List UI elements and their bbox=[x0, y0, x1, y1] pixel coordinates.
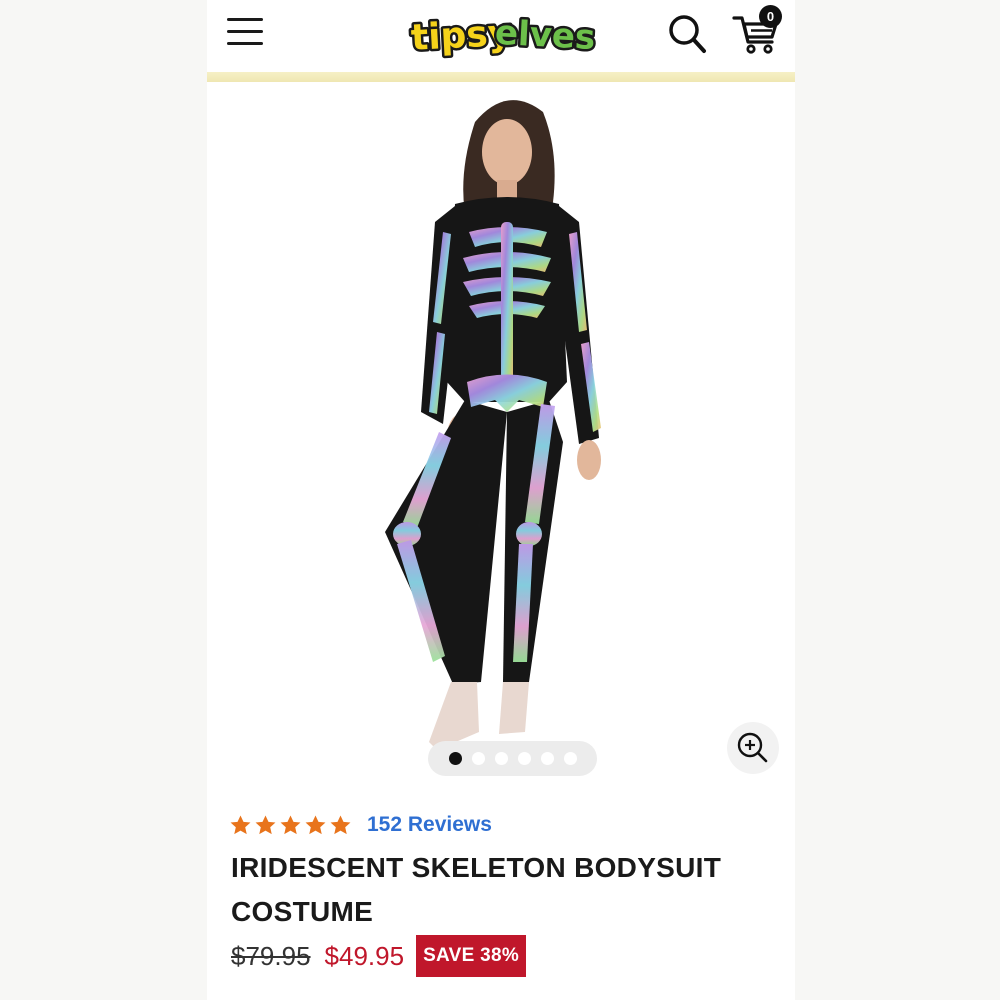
gallery-dot[interactable] bbox=[563, 752, 577, 765]
product-image[interactable] bbox=[207, 82, 795, 782]
mobile-page: tipsy elves 0 152 Reviews IRIDESCENT SKE… bbox=[207, 0, 795, 1000]
product-rating: 152 Reviews bbox=[229, 810, 492, 840]
gallery-dot[interactable] bbox=[494, 752, 508, 765]
star-rating bbox=[229, 814, 352, 837]
gallery-dot[interactable] bbox=[540, 752, 554, 765]
zoom-button[interactable] bbox=[727, 722, 779, 774]
gallery-dot[interactable] bbox=[517, 752, 531, 765]
site-header: tipsy elves 0 bbox=[207, 0, 795, 72]
zoom-in-icon bbox=[737, 732, 768, 763]
star-icon bbox=[305, 814, 326, 834]
reviews-link[interactable]: 152 Reviews bbox=[367, 813, 492, 837]
save-badge: SAVE 38% bbox=[416, 935, 527, 977]
right-background bbox=[795, 0, 1000, 1000]
gallery-dot[interactable] bbox=[471, 752, 485, 765]
gallery-dot[interactable] bbox=[448, 752, 462, 765]
product-title: IRIDESCENT SKELETON BODYSUIT COSTUME bbox=[231, 852, 722, 927]
cart-count-badge: 0 bbox=[759, 5, 782, 28]
search-icon[interactable] bbox=[667, 12, 707, 54]
star-icon bbox=[255, 814, 276, 834]
price-row: $79.95 $49.95 SAVE 38% bbox=[231, 934, 527, 978]
original-price: $79.95 bbox=[231, 940, 311, 971]
star-icon bbox=[330, 814, 351, 834]
header-accent-band bbox=[207, 72, 795, 82]
hamburger-menu-icon[interactable] bbox=[227, 16, 265, 48]
left-background bbox=[0, 0, 207, 1000]
sale-price: $49.95 bbox=[324, 940, 405, 971]
gallery-pagination bbox=[428, 741, 597, 776]
logo-elves-text: elves bbox=[494, 13, 596, 58]
star-icon bbox=[230, 814, 251, 834]
star-icon bbox=[280, 814, 301, 834]
brand-logo[interactable]: tipsy elves bbox=[407, 6, 599, 64]
